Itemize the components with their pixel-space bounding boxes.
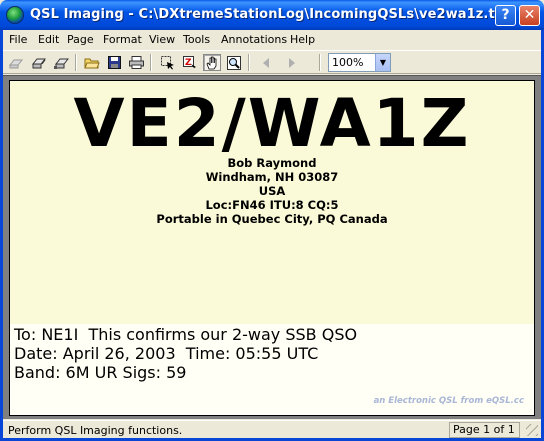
menu-annotations[interactable]: Annotations [221, 33, 287, 46]
menu-page[interactable]: Page [67, 33, 94, 46]
save-icon[interactable] [105, 54, 123, 71]
app-globe-icon[interactable] [6, 6, 24, 24]
qsl-band-line: Band: 6M UR Sigs: 59 [14, 363, 187, 382]
zoom-select[interactable]: 100% ▼ [328, 53, 391, 72]
menu-help[interactable]: Help [290, 33, 315, 46]
menu-format[interactable]: Format [103, 33, 142, 46]
status-message: Perform QSL Imaging functions. [8, 424, 183, 437]
toolbar-separator [150, 54, 152, 71]
zoom-value: 100% [332, 56, 364, 69]
qsl-country: USA [258, 184, 286, 198]
select-icon[interactable] [159, 54, 177, 71]
resize-grip-icon[interactable] [526, 424, 538, 436]
chevron-down-icon[interactable]: ▼ [375, 54, 390, 71]
menu-edit[interactable]: Edit [38, 33, 59, 46]
toolbar-separator [75, 54, 77, 71]
toolbar: Z 100% ▼ [3, 50, 541, 74]
print-icon[interactable] [127, 54, 145, 71]
svg-text:Z: Z [185, 58, 192, 68]
document-viewport[interactable]: VE2/WA1Z Bob Raymond Windham, NH 03087 U… [3, 75, 541, 419]
eqsl-watermark: an Electronic QSL from eQSL.cc [373, 396, 524, 406]
qsl-locator: Loc:FN46 ITU:8 CQ:5 [205, 198, 339, 212]
scan-batch-icon[interactable] [52, 54, 70, 71]
qsl-confirm-line: To: NE1I This confirms our 2-way SSB QSO [14, 325, 358, 344]
window-title: QSL Imaging - C:\DXtremeStationLog\Incom… [30, 7, 506, 22]
toolbar-separator [319, 54, 321, 71]
menu-file[interactable]: File [9, 33, 27, 46]
zoom-rect-icon[interactable]: Z [181, 54, 199, 71]
next-page-icon[interactable] [283, 54, 301, 71]
toolbar-separator [248, 54, 250, 71]
scan-icon[interactable] [7, 54, 25, 71]
menu-tools[interactable]: Tools [183, 33, 210, 46]
qsl-operator-name: Bob Raymond [227, 156, 317, 170]
help-button[interactable]: ? [495, 5, 516, 26]
hand-icon[interactable] [203, 54, 221, 71]
open-folder-icon[interactable] [83, 54, 101, 71]
qsl-portable: Portable in Quebec City, PQ Canada [156, 212, 388, 226]
title-bar: QSL Imaging - C:\DXtremeStationLog\Incom… [0, 0, 544, 30]
status-bar: Perform QSL Imaging functions. Page 1 of… [3, 420, 541, 438]
qsl-callsign: VE2/WA1Z [73, 85, 471, 162]
scan-multiple-icon[interactable] [30, 54, 48, 71]
menu-bar: File Edit Page Format View Tools Annotat… [3, 30, 541, 49]
prev-page-icon[interactable] [257, 54, 275, 71]
zoom-icon[interactable] [225, 54, 243, 71]
qsl-date-line: Date: April 26, 2003 Time: 05:55 UTC [14, 344, 319, 363]
status-page-indicator: Page 1 of 1 [449, 422, 520, 438]
qsl-city: Windham, NH 03087 [205, 170, 339, 184]
qsl-card-image: VE2/WA1Z Bob Raymond Windham, NH 03087 U… [9, 80, 535, 416]
menu-view[interactable]: View [149, 33, 175, 46]
close-button[interactable]: ✕ [519, 5, 540, 26]
qsl-card-header: VE2/WA1Z Bob Raymond Windham, NH 03087 U… [10, 81, 534, 324]
